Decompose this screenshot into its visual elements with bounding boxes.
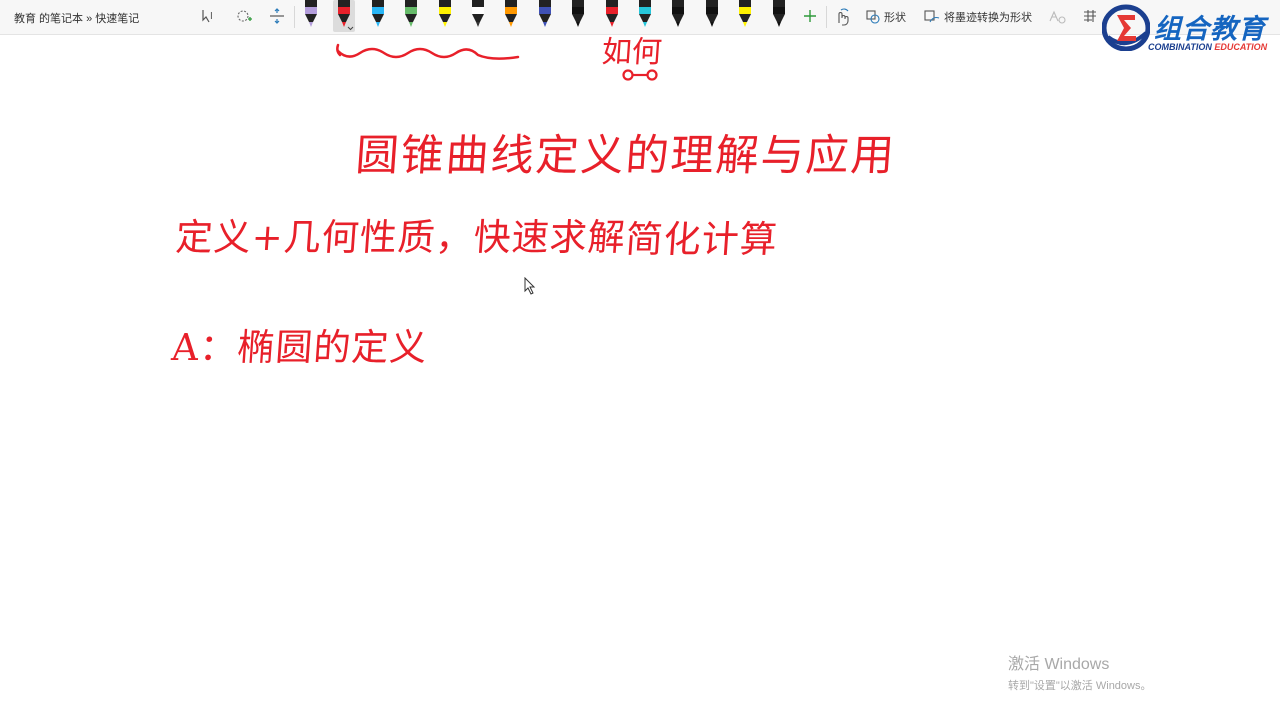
ink-scribble-line	[336, 43, 520, 60]
ink-to-shape-icon	[924, 10, 940, 23]
pen-icon	[672, 0, 684, 27]
note-canvas[interactable]: 如何 圆锥曲线定义的理解与应用 定义+几何性质，快速求解 简化计算 A：椭圆的定…	[0, 35, 1280, 720]
pen-4[interactable]	[400, 0, 422, 32]
pen-13[interactable]	[701, 0, 723, 32]
pen-9[interactable]	[567, 0, 589, 32]
pen-8[interactable]	[534, 0, 556, 32]
shapes-label: 形状	[884, 12, 906, 24]
note-line-simplify: 简化计算	[624, 218, 780, 261]
ink-to-math-icon[interactable]	[1045, 4, 1069, 28]
shapes-button[interactable]: 形状	[866, 8, 906, 26]
pen-3[interactable]	[367, 0, 389, 32]
breadcrumb[interactable]: 教育 的笔记本 » 快速笔记	[14, 10, 139, 26]
pen-icon	[539, 0, 551, 27]
ink-to-shape-label: 将墨迹转换为形状	[944, 12, 1032, 24]
insert-space-icon[interactable]	[265, 4, 289, 28]
chevron-down-icon	[347, 26, 354, 31]
pen-icon	[472, 0, 484, 27]
watermark-subtitle: 转到"设置"以激活 Windows。	[1008, 680, 1152, 692]
watermark-title: 激活 Windows	[1008, 656, 1110, 673]
pen-icon	[372, 0, 384, 27]
shapes-icon	[866, 10, 880, 24]
pen-12[interactable]	[667, 0, 689, 32]
pen-icon	[405, 0, 417, 27]
activate-windows-watermark: 激活 Windows 转到"设置"以激活 Windows。	[1008, 650, 1152, 693]
pen-icon	[505, 0, 517, 27]
add-pen-icon[interactable]	[798, 4, 822, 28]
note-line-ellipse: A：椭圆的定义	[170, 326, 429, 369]
lasso-add-icon[interactable]	[232, 4, 256, 28]
note-line-definition: 定义+几何性质，快速求解	[174, 216, 628, 259]
mouse-cursor-icon	[524, 277, 536, 295]
ink-to-shape-button[interactable]: 将墨迹转换为形状	[924, 8, 1032, 26]
pen-5[interactable]	[434, 0, 456, 32]
pen-15[interactable]	[768, 0, 790, 32]
lasso-select-icon[interactable]: I	[198, 4, 222, 28]
pen-icon	[305, 0, 317, 27]
pen-6[interactable]	[467, 0, 489, 32]
pen-1[interactable]	[300, 0, 322, 32]
pen-icon	[338, 0, 354, 31]
pen-icon	[706, 0, 718, 27]
pen-7[interactable]	[500, 0, 522, 32]
pen-icon	[773, 0, 785, 27]
svg-text:I: I	[210, 11, 213, 22]
pen-icon	[572, 0, 584, 27]
ink-to-text-icon[interactable]	[1078, 4, 1102, 28]
pen-icon	[439, 0, 451, 27]
touch-draw-icon[interactable]	[830, 4, 854, 28]
pen-icon	[739, 0, 751, 27]
pen-2[interactable]	[333, 0, 355, 32]
note-title: 圆锥曲线定义的理解与应用	[353, 131, 898, 181]
ink-small-marks	[622, 69, 658, 81]
pen-14[interactable]	[734, 0, 756, 32]
